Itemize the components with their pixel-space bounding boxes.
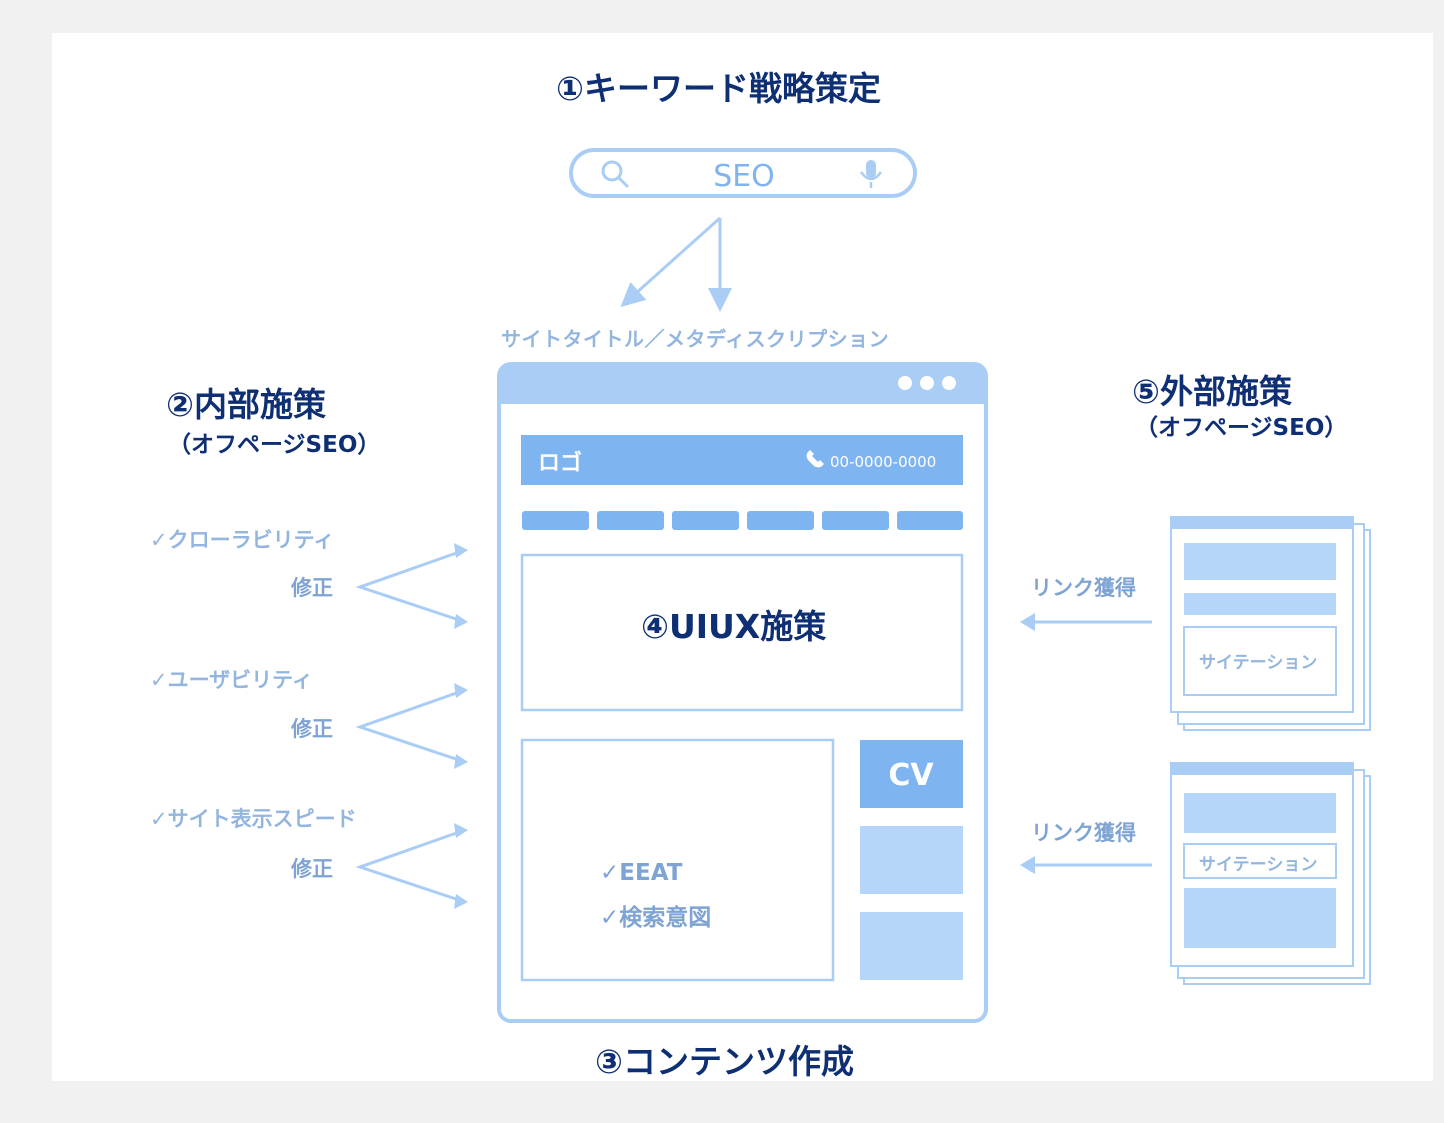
internal-check-item: ✓サイト表示スピード	[150, 807, 357, 831]
sidebar-block	[860, 912, 963, 980]
citation-label: サイテーション	[1199, 653, 1318, 673]
nav-tab	[897, 511, 963, 530]
external-measures-subheading: （オフページSEO）	[1135, 415, 1348, 441]
search-arrows	[620, 216, 732, 312]
content-check-item: ✓EEAT	[600, 860, 683, 886]
meta-label: サイトタイトル／メタディスクリプション	[501, 327, 890, 351]
uiux-heading: ④UIUX施策	[641, 607, 827, 646]
citation-label: サイテーション	[1199, 855, 1318, 875]
window-dot-icon	[920, 376, 934, 390]
external-page-stack	[1170, 516, 1371, 731]
link-acquisition-label: リンク獲得	[1031, 576, 1136, 600]
nav-tab	[672, 511, 739, 530]
nav-tab	[822, 511, 889, 530]
nav-tab	[522, 511, 589, 530]
link-acquisition-label: リンク獲得	[1031, 821, 1136, 845]
internal-fix-label: 修正	[291, 717, 333, 741]
site-logo: ロゴ	[538, 450, 582, 476]
site-phone: 00-0000-0000	[830, 453, 936, 471]
contents-heading: ③コンテンツ作成	[595, 1042, 854, 1081]
window-dot-icon	[898, 376, 912, 390]
external-measures-heading: ⑤外部施策	[1132, 372, 1292, 411]
internal-measures-subheading: （オフページSEO）	[168, 432, 381, 458]
internal-check-item: ✓クローラビリティ	[150, 528, 335, 552]
window-dot-icon	[942, 376, 956, 390]
nav-tab	[747, 511, 814, 530]
sidebar-block	[860, 826, 963, 894]
internal-check-item: ✓ユーザビリティ	[150, 668, 313, 692]
nav-tab	[597, 511, 664, 530]
seo-diagram: SEO ロゴ 00-0000-0000 CV	[355, 148, 1371, 1023]
internal-fix-label: 修正	[291, 857, 333, 881]
content-check-item: ✓検索意図	[600, 905, 712, 931]
internal-arrows	[355, 543, 468, 909]
keyword-strategy-heading: ①キーワード戦略策定	[556, 69, 881, 108]
internal-fix-label: 修正	[291, 576, 333, 600]
search-query: SEO	[713, 159, 775, 194]
internal-measures-heading: ②内部施策	[166, 385, 326, 424]
cv-label: CV	[888, 758, 934, 793]
